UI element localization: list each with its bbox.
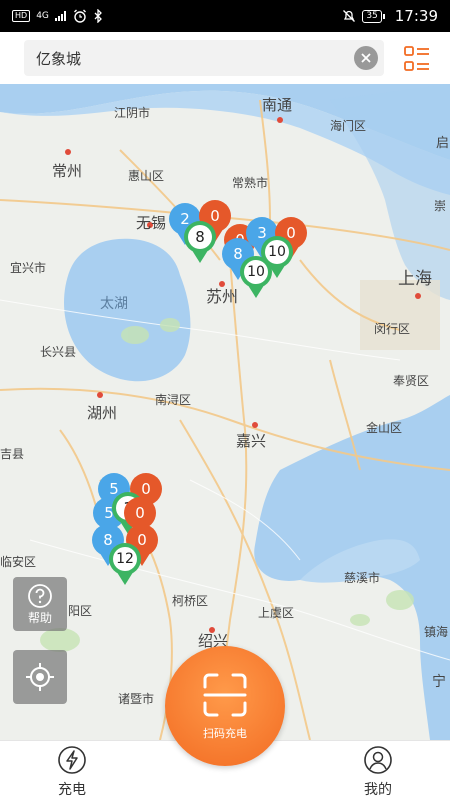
map-city-label: 奉贤区 — [393, 374, 429, 388]
marker-count: 0 — [141, 480, 151, 498]
clear-search-button[interactable] — [354, 46, 378, 70]
status-bar: HD 4G 35 17:39 — [0, 0, 450, 32]
map-city-label: 崇 — [434, 199, 446, 213]
map-city-label: 诸暨市 — [118, 691, 154, 706]
hd-badge: HD — [12, 10, 31, 22]
map-city-label: 常熟市 — [232, 175, 268, 190]
list-view-button[interactable] — [402, 44, 432, 74]
map-city-label: 阳区 — [68, 604, 92, 618]
scan-icon — [203, 673, 247, 717]
map-view[interactable]: 南通 江阴市 海门区 启 常州 惠山区 常熟市 崇 无锡 宜兴市 太湖 苏州 上… — [0, 84, 450, 740]
marker-count: 8 — [195, 228, 205, 246]
marker-count: 3 — [257, 224, 267, 242]
marker-count: 0 — [286, 224, 296, 242]
marker-count: 8 — [103, 531, 113, 549]
map-city-label: 宁 — [432, 673, 446, 690]
marker-count: 0 — [135, 504, 145, 522]
marker-count: 0 — [210, 207, 220, 225]
map-city-label: 慈溪市 — [344, 570, 380, 585]
battery-icon: 35 — [362, 9, 385, 23]
map-city-label: 柯桥区 — [172, 594, 208, 608]
marker-count: 10 — [247, 264, 265, 280]
close-icon — [361, 53, 371, 63]
map-city-label: 上海 — [398, 269, 432, 289]
map-city-label: 海门区 — [330, 118, 366, 133]
map-city-label: 启 — [436, 136, 449, 151]
mute-notification-icon — [343, 10, 356, 22]
search-value: 亿象城 — [36, 49, 82, 68]
scan-label: 扫码充电 — [203, 727, 247, 740]
alarm-icon — [73, 9, 86, 23]
map-city-label: 临安区 — [0, 554, 36, 569]
map-city-label: 惠山区 — [128, 169, 164, 183]
marker-count: 0 — [137, 531, 147, 549]
nav-charge[interactable]: 充电 — [42, 745, 102, 799]
map-city-label: 江阴市 — [114, 105, 150, 120]
locate-button[interactable] — [13, 650, 67, 704]
clock: 17:39 — [394, 7, 438, 25]
help-label: 帮助 — [27, 610, 52, 625]
map-city-label: 宜兴市 — [10, 260, 46, 275]
map-city-label: 湖州 — [87, 404, 117, 422]
bluetooth-icon — [94, 9, 102, 23]
map-city-label: 闵行区 — [374, 321, 410, 336]
question-icon — [28, 583, 52, 608]
user-icon — [364, 746, 392, 774]
marker-count: 12 — [116, 551, 134, 567]
scan-to-charge-button[interactable]: 扫码充电 — [165, 646, 285, 766]
map-city-label: 太湖 — [100, 296, 128, 312]
crosshair-icon — [26, 663, 54, 691]
map-city-label: 南浔区 — [155, 392, 191, 407]
search-input[interactable]: 亿象城 — [24, 40, 384, 76]
map-city-label: 无锡 — [136, 214, 166, 232]
network-indicator: 4G — [36, 10, 49, 21]
search-bar: 亿象城 — [0, 32, 450, 84]
marker-count: 5 — [109, 480, 119, 498]
lightning-icon — [58, 746, 86, 774]
map-city-label: 南通 — [262, 96, 292, 114]
nav-mine[interactable]: 我的 — [348, 745, 408, 799]
marker-count: 2 — [180, 210, 190, 228]
map-city-label: 吉县 — [0, 447, 24, 461]
nav-charge-label: 充电 — [58, 782, 86, 798]
map-city-label: 苏州 — [206, 287, 238, 306]
map-city-label: 金山区 — [366, 420, 402, 435]
map-city-label: 镇海 — [424, 624, 448, 639]
help-button[interactable]: 帮助 — [13, 577, 67, 631]
marker-count: 8 — [233, 245, 243, 263]
signal-icon — [54, 11, 66, 21]
nav-mine-label: 我的 — [364, 782, 392, 798]
marker-count: 10 — [268, 244, 286, 260]
map-city-label: 长兴县 — [40, 345, 76, 359]
map-city-label: 常州 — [52, 162, 82, 180]
map-canvas[interactable]: 南通 江阴市 海门区 启 常州 惠山区 常熟市 崇 无锡 宜兴市 太湖 苏州 上… — [0, 84, 450, 740]
map-city-label: 上虞区 — [258, 606, 294, 620]
map-city-label: 嘉兴 — [236, 432, 266, 450]
